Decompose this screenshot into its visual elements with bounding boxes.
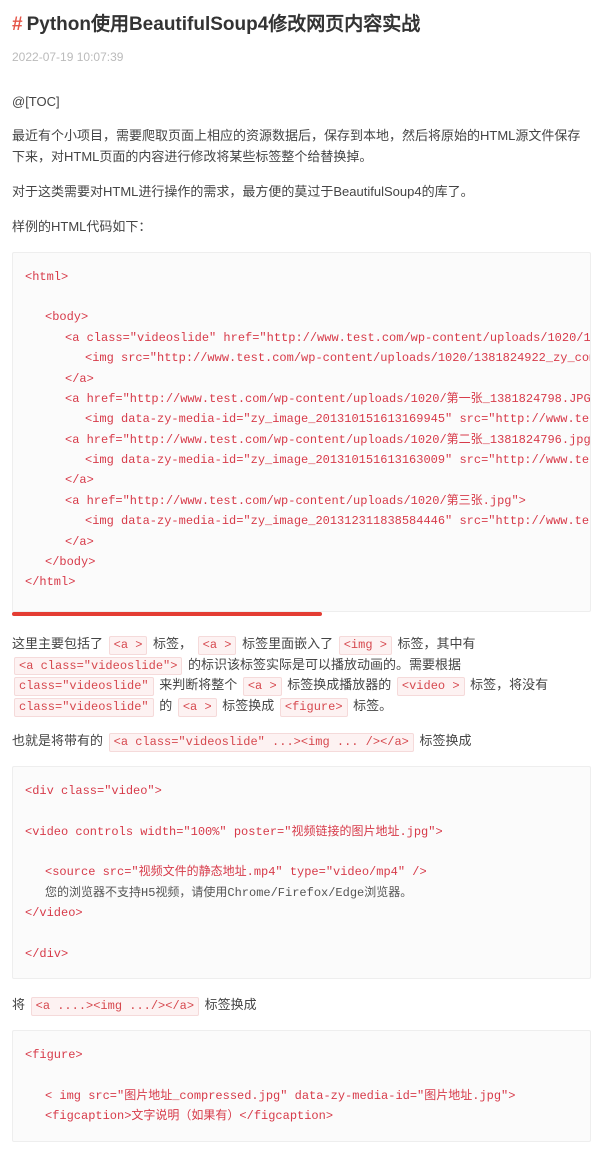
intro-para-3: 样例的HTML代码如下： [12, 217, 591, 238]
inline-code: <a > [243, 677, 282, 696]
inline-code: <img > [339, 636, 392, 655]
hash-prefix: # [12, 14, 23, 35]
inline-code: class="videoslide" [14, 698, 154, 717]
code-block-sample-html: <html> <body> <a class="videoslide" href… [12, 252, 591, 612]
explain-para-1: 这里主要包括了 <a > 标签， <a > 标签里面嵌入了 <img > 标签，… [12, 634, 591, 717]
timestamp: 2022-07-19 10:07:39 [12, 48, 591, 67]
inline-code: <figure> [280, 698, 348, 717]
inline-code: <video > [397, 677, 465, 696]
toc-marker: @[TOC] [12, 92, 591, 113]
inline-code: <a class="videoslide" ...><img ... /></a… [109, 733, 414, 752]
inline-code: <a > [198, 636, 237, 655]
explain-para-2: 也就是将带有的 <a class="videoslide" ...><img .… [12, 731, 591, 752]
inline-code: <a > [109, 636, 148, 655]
code-block-figure: <figure> < img src="图片地址_compressed.jpg"… [12, 1030, 591, 1142]
code-block-video: <div class="video"> <video controls widt… [12, 766, 591, 980]
title-text: Python使用BeautifulSoup4修改网页内容实战 [27, 14, 421, 35]
explain-para-3: 将 <a ....><img .../></a> 标签换成 [12, 995, 591, 1016]
inline-code: <a class="videoslide"> [14, 657, 182, 676]
scrollbar-indicator[interactable] [12, 612, 322, 616]
inline-code: <a > [178, 698, 217, 717]
intro-para-1: 最近有个小项目，需要爬取页面上相应的资源数据后，保存到本地，然后将原始的HTML… [12, 126, 591, 168]
intro-para-2: 对于这类需要对HTML进行操作的需求，最方便的莫过于BeautifulSoup4… [12, 182, 591, 203]
page-title: #Python使用BeautifulSoup4修改网页内容实战 [12, 10, 591, 40]
inline-code: <a ....><img .../></a> [31, 997, 199, 1016]
inline-code: class="videoslide" [14, 677, 154, 696]
